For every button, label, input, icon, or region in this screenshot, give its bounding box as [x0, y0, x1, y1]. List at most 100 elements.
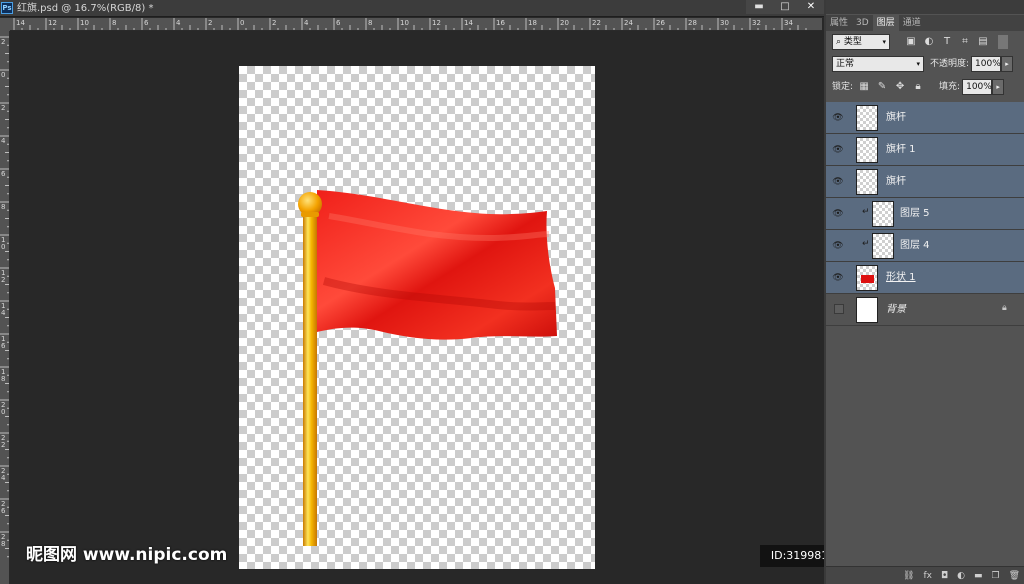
layer-name[interactable]: 旗杆 — [886, 175, 906, 189]
layer-name[interactable]: 背景 — [886, 303, 906, 317]
window-controls: ▬ □ ✕ — [746, 0, 826, 14]
ruler-ticks — [13, 18, 807, 30]
layer-row[interactable]: 背景 🔒︎ — [826, 294, 1024, 326]
layers-panel: 属性 3D 图层 通道 ⌕ 类型 ▾ ▣ ◐ T ⌗ ▤ 正常 ▾ 不透明度: … — [824, 0, 1024, 584]
layer-row[interactable]: 👁︎ 形状 1 — [826, 262, 1024, 294]
visibility-toggle-off[interactable] — [834, 304, 844, 314]
ruler-label: 1 2 — [1, 269, 6, 284]
close-button[interactable]: ✕ — [798, 0, 824, 14]
lock-all-icon[interactable]: 🔒︎ — [911, 80, 925, 94]
layers-panel-toolbar: ⛓ fx ◘ ◐ ▬ ❐ 🗑︎ — [826, 566, 1024, 584]
filter-pixel-icon[interactable]: ▣ — [904, 35, 918, 49]
ruler-label: 10 — [80, 19, 89, 27]
layer-filter-label: 类型 — [843, 37, 862, 47]
filter-shape-icon[interactable]: ⌗ — [958, 35, 972, 49]
layer-thumbnail — [856, 105, 878, 131]
watermark-site: 昵图网 www.nipic.com — [26, 545, 228, 565]
ruler-label: 26 — [656, 19, 665, 27]
layer-row[interactable]: 👁︎ ↵ 图层 5 — [826, 198, 1024, 230]
layer-row[interactable]: 👁︎ 旗杆 — [826, 166, 1024, 198]
ruler-label: 12 — [48, 19, 57, 27]
new-layer-icon[interactable]: ❐ — [991, 571, 999, 581]
document-title[interactable]: 红旗.psd @ 16.7%(RGB/8) * — [17, 2, 153, 15]
eye-icon[interactable]: 👁︎ — [832, 145, 844, 155]
filter-toggle-icon[interactable] — [998, 35, 1008, 49]
filter-type-icon[interactable]: T — [940, 35, 954, 49]
canvas-area[interactable] — [11, 32, 822, 584]
clipping-mask-icon: ↵ — [862, 239, 870, 249]
vertical-ruler[interactable]: 2 0 2 4 6 8 1 0 1 2 1 4 1 6 1 8 2 0 2 2 2 4 2 6 2 8 — [0, 31, 10, 584]
lock-label: 锁定: — [832, 82, 854, 92]
layer-row[interactable]: 👁︎ 旗杆 — [826, 102, 1024, 134]
adjustment-layer-icon[interactable]: ◐ — [957, 571, 965, 581]
blend-mode-select[interactable]: 正常 ▾ — [832, 56, 924, 72]
ruler-label: 10 — [400, 19, 409, 27]
ruler-origin[interactable] — [0, 18, 10, 31]
tab-3d[interactable]: 3D — [852, 15, 873, 31]
ruler-label: 8 — [1, 203, 6, 211]
new-group-icon[interactable]: ▬ — [974, 571, 983, 581]
layer-thumbnail — [856, 137, 878, 163]
ruler-label: 2 — [272, 19, 277, 27]
layer-style-icon[interactable]: fx — [923, 571, 932, 581]
chevron-down-icon: ▾ — [916, 60, 920, 68]
opacity-label: 不透明度: — [930, 59, 970, 69]
lock-fill-row: 锁定: ▦ ✎ ✥ 🔒︎ 填充: 100% ▸ — [826, 79, 1024, 95]
ruler-label: 8 — [112, 19, 117, 27]
maximize-button[interactable]: □ — [772, 0, 798, 14]
ruler-label: 22 — [592, 19, 601, 27]
layer-name[interactable]: 图层 5 — [900, 207, 930, 221]
opacity-slider-button[interactable]: ▸ — [1001, 56, 1014, 72]
ruler-label: 8 — [368, 19, 373, 27]
eye-icon[interactable]: 👁︎ — [832, 113, 844, 123]
delete-layer-icon[interactable]: 🗑︎ — [1009, 571, 1020, 581]
layer-name[interactable]: 图层 4 — [900, 239, 930, 253]
eye-icon[interactable]: 👁︎ — [832, 241, 844, 251]
lock-image-icon[interactable]: ✎ — [875, 80, 889, 94]
layer-name[interactable]: 旗杆 — [886, 111, 906, 125]
add-mask-icon[interactable]: ◘ — [941, 571, 948, 581]
horizontal-ruler[interactable]: 14 12 10 8 6 4 2 0 2 4 6 8 10 12 14 16 18 20 22 24 26 28 30 32 3… — [10, 18, 822, 31]
layers-list: 👁︎ 旗杆 👁︎ 旗杆 1 👁︎ 旗杆 👁︎ ↵ 图层 5 👁︎ ↵ 图层 4 — [826, 102, 1024, 332]
fill-input[interactable]: 100% — [962, 79, 993, 95]
layer-filter-select[interactable]: ⌕ 类型 ▾ — [832, 34, 890, 50]
fill-slider-button[interactable]: ▸ — [992, 79, 1005, 95]
flag-cloth — [317, 190, 557, 340]
ruler-label: 1 8 — [1, 368, 6, 383]
lock-icon: 🔒︎ — [1002, 303, 1007, 313]
ruler-label: 30 — [720, 19, 729, 27]
tab-properties[interactable]: 属性 — [826, 15, 852, 31]
opacity-input[interactable]: 100% — [971, 56, 1002, 72]
eye-icon[interactable]: 👁︎ — [832, 209, 844, 219]
document-tab-bar: Ps 红旗.psd @ 16.7%(RGB/8) * — [0, 0, 824, 17]
layer-name[interactable]: 旗杆 1 — [886, 143, 916, 157]
ruler-label: 2 8 — [1, 533, 6, 548]
layer-thumbnail — [872, 201, 894, 227]
shape-thumbnail-mark — [861, 275, 874, 283]
ruler-label: 14 — [464, 19, 473, 27]
panel-dock-header — [826, 0, 1024, 14]
tab-channels[interactable]: 通道 — [899, 15, 925, 31]
document-canvas[interactable] — [239, 66, 595, 569]
minimize-button[interactable]: ▬ — [746, 0, 772, 14]
tab-layers[interactable]: 图层 — [872, 15, 899, 31]
red-flag-artwork — [298, 190, 557, 546]
eye-icon[interactable]: 👁︎ — [832, 273, 844, 283]
layer-row[interactable]: 👁︎ 旗杆 1 — [826, 134, 1024, 166]
eye-icon[interactable]: 👁︎ — [832, 177, 844, 187]
filter-smart-object-icon[interactable]: ▤ — [976, 35, 990, 49]
link-layers-icon[interactable]: ⛓ — [903, 571, 914, 581]
lock-position-icon[interactable]: ✥ — [893, 80, 907, 94]
ruler-label: 16 — [496, 19, 505, 27]
ruler-label: 2 2 — [1, 434, 6, 449]
lock-transparency-icon[interactable]: ▦ — [857, 80, 871, 94]
layer-row[interactable]: 👁︎ ↵ 图层 4 — [826, 230, 1024, 262]
ruler-label: 6 — [1, 170, 6, 178]
ruler-label: 28 — [688, 19, 697, 27]
ruler-label: 1 4 — [1, 302, 6, 317]
ruler-label: 18 — [528, 19, 537, 27]
layer-name[interactable]: 形状 1 — [886, 271, 916, 285]
filter-adjustment-icon[interactable]: ◐ — [922, 35, 936, 49]
photoshop-logo-icon: Ps — [1, 2, 13, 14]
ruler-label: 4 — [176, 19, 181, 27]
